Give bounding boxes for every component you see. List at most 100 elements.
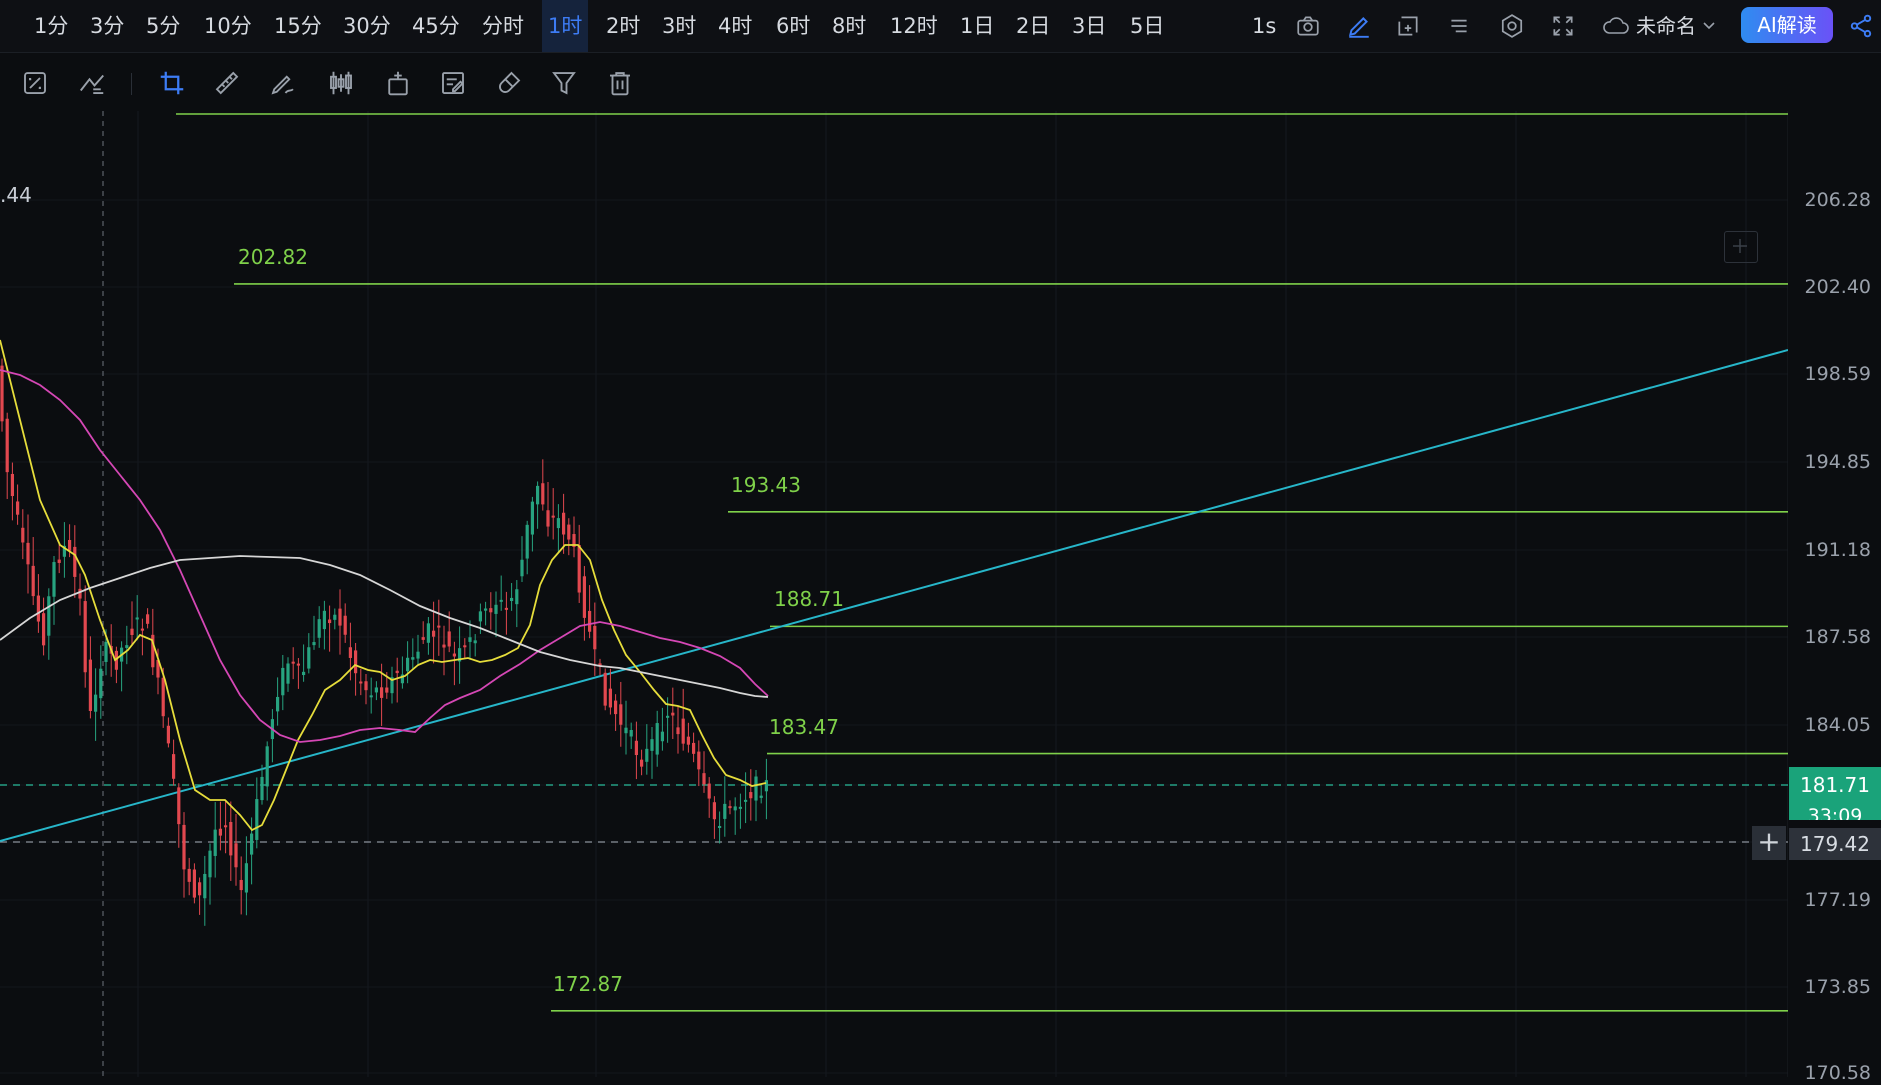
candle-body-60 [312, 642, 316, 646]
price-axis-label-5: 187.58 [1804, 626, 1871, 648]
candle-body-78 [406, 657, 410, 672]
candle-body-57 [296, 663, 300, 666]
candle-body-105 [546, 510, 550, 527]
timeframe-2[interactable]: 5分 [140, 0, 186, 52]
timeframe-9[interactable]: 2时 [600, 0, 646, 52]
chart-name-menu[interactable]: 未命名 [1602, 0, 1716, 52]
candle-body-130 [676, 727, 680, 735]
candle-body-144 [749, 792, 753, 799]
candle-body-41 [213, 829, 217, 856]
candle-body-66 [343, 615, 347, 635]
price-axis-label-11: 170.58 [1804, 1062, 1871, 1084]
candle-body-89 [463, 645, 467, 648]
candle-body-46 [239, 879, 243, 891]
ma-white-line [0, 555, 769, 698]
fullscreen-icon[interactable] [1545, 8, 1581, 44]
candle-body-1 [5, 418, 9, 473]
timeframe-13[interactable]: 8时 [826, 0, 872, 52]
candle-body-140 [728, 806, 732, 809]
candle-body-145 [754, 776, 758, 801]
candle-body-4 [21, 527, 25, 543]
timeframe-10[interactable]: 3时 [656, 0, 702, 52]
settings-icon[interactable] [1494, 8, 1530, 44]
level-label-4: 172.87 [553, 971, 623, 996]
candle-body-87 [452, 653, 456, 657]
timeframe-3[interactable]: 10分 [198, 0, 258, 52]
timeframe-6[interactable]: 45分 [406, 0, 466, 52]
candle-body-85 [442, 644, 446, 648]
filter-icon[interactable] [545, 64, 583, 102]
candle-body-61 [317, 619, 321, 638]
candle-body-136 [707, 783, 711, 799]
add-alert-plus-icon[interactable]: + [1752, 826, 1786, 860]
candle-body-11 [57, 559, 61, 563]
candle-body-132 [686, 736, 690, 745]
ma-yellow-line [0, 339, 767, 832]
candle-body-65 [338, 608, 342, 626]
drawing-select-icon[interactable] [153, 64, 191, 102]
ruler-icon[interactable] [208, 64, 246, 102]
timeframe-14[interactable]: 12时 [884, 0, 944, 52]
lock-icon[interactable] [379, 64, 417, 102]
timeframe-15[interactable]: 1日 [954, 0, 1000, 52]
scale-toggle-button[interactable] [1724, 231, 1758, 263]
timeframe-17[interactable]: 3日 [1066, 0, 1112, 52]
candle-body-100 [520, 559, 524, 577]
pencil-icon[interactable] [1341, 8, 1377, 44]
candle-body-129 [671, 712, 675, 716]
candle-body-55 [286, 663, 290, 684]
candle-body-94 [489, 608, 493, 613]
timeframe-8[interactable]: 1时 [542, 0, 589, 52]
candle-body-96 [499, 599, 503, 602]
timeframe-5[interactable]: 30分 [337, 0, 397, 52]
timeframe-18[interactable]: 5日 [1124, 0, 1170, 52]
trash-icon[interactable] [601, 64, 639, 102]
timeframe-16[interactable]: 2日 [1010, 0, 1056, 52]
timeframe-12[interactable]: 6时 [770, 0, 816, 52]
camera-icon[interactable] [1290, 8, 1326, 44]
brush-icon[interactable] [264, 64, 302, 102]
timeframe-1[interactable]: 3分 [84, 0, 130, 52]
candle-body-90 [468, 637, 472, 642]
timeframe-bar: 1分 3分 5分 10分 15分 30分 45分 分时 1时 2时 3时 4时 6时 8时 12时 1日 2日 3… [0, 0, 1881, 53]
candle-body-59 [307, 647, 311, 669]
trend-tool-icon[interactable] [73, 64, 111, 102]
candle-body-97 [504, 607, 508, 610]
candle-body-32 [166, 725, 170, 744]
candle-body-54 [281, 667, 285, 696]
candle-body-25 [130, 628, 134, 635]
candle-body-116 [603, 672, 607, 706]
candle-body-49 [255, 799, 259, 840]
candle-body-79 [411, 657, 415, 660]
candle-body-111 [577, 545, 581, 593]
candle-body-123 [640, 759, 644, 767]
share-icon[interactable] [1843, 8, 1879, 44]
candles-icon[interactable] [322, 64, 360, 102]
timeframe-4[interactable]: 15分 [268, 0, 328, 52]
candle-body-24 [125, 645, 129, 648]
candle-body-9 [47, 596, 51, 636]
layout-icon[interactable] [1390, 8, 1426, 44]
timeframe-11[interactable]: 4时 [712, 0, 758, 52]
refresh-interval[interactable]: 1s [1246, 0, 1282, 52]
chevron-down-icon [1703, 22, 1715, 30]
candle-body-5 [26, 542, 30, 565]
timeframe-7[interactable]: 分时 [476, 0, 530, 52]
list-icon[interactable] [1441, 8, 1477, 44]
candle-body-19 [99, 668, 103, 699]
candle-body-107 [556, 518, 560, 529]
note-icon[interactable] [434, 64, 472, 102]
candle-body-16 [83, 601, 87, 673]
magnet-icon[interactable] [490, 64, 528, 102]
toolbar-divider [131, 73, 132, 95]
candle-body-82 [426, 623, 430, 643]
candle-body-31 [161, 677, 165, 717]
candle-body-122 [634, 740, 638, 756]
ai-interpret-button[interactable]: AI解读 [1741, 7, 1833, 43]
sync-drawings-icon[interactable] [16, 64, 54, 102]
candle-body-70 [364, 681, 368, 691]
timeframe-0[interactable]: 1分 [28, 0, 74, 52]
candle-body-118 [614, 700, 618, 715]
candle-body-20 [104, 641, 108, 662]
candle-body-26 [135, 617, 139, 620]
